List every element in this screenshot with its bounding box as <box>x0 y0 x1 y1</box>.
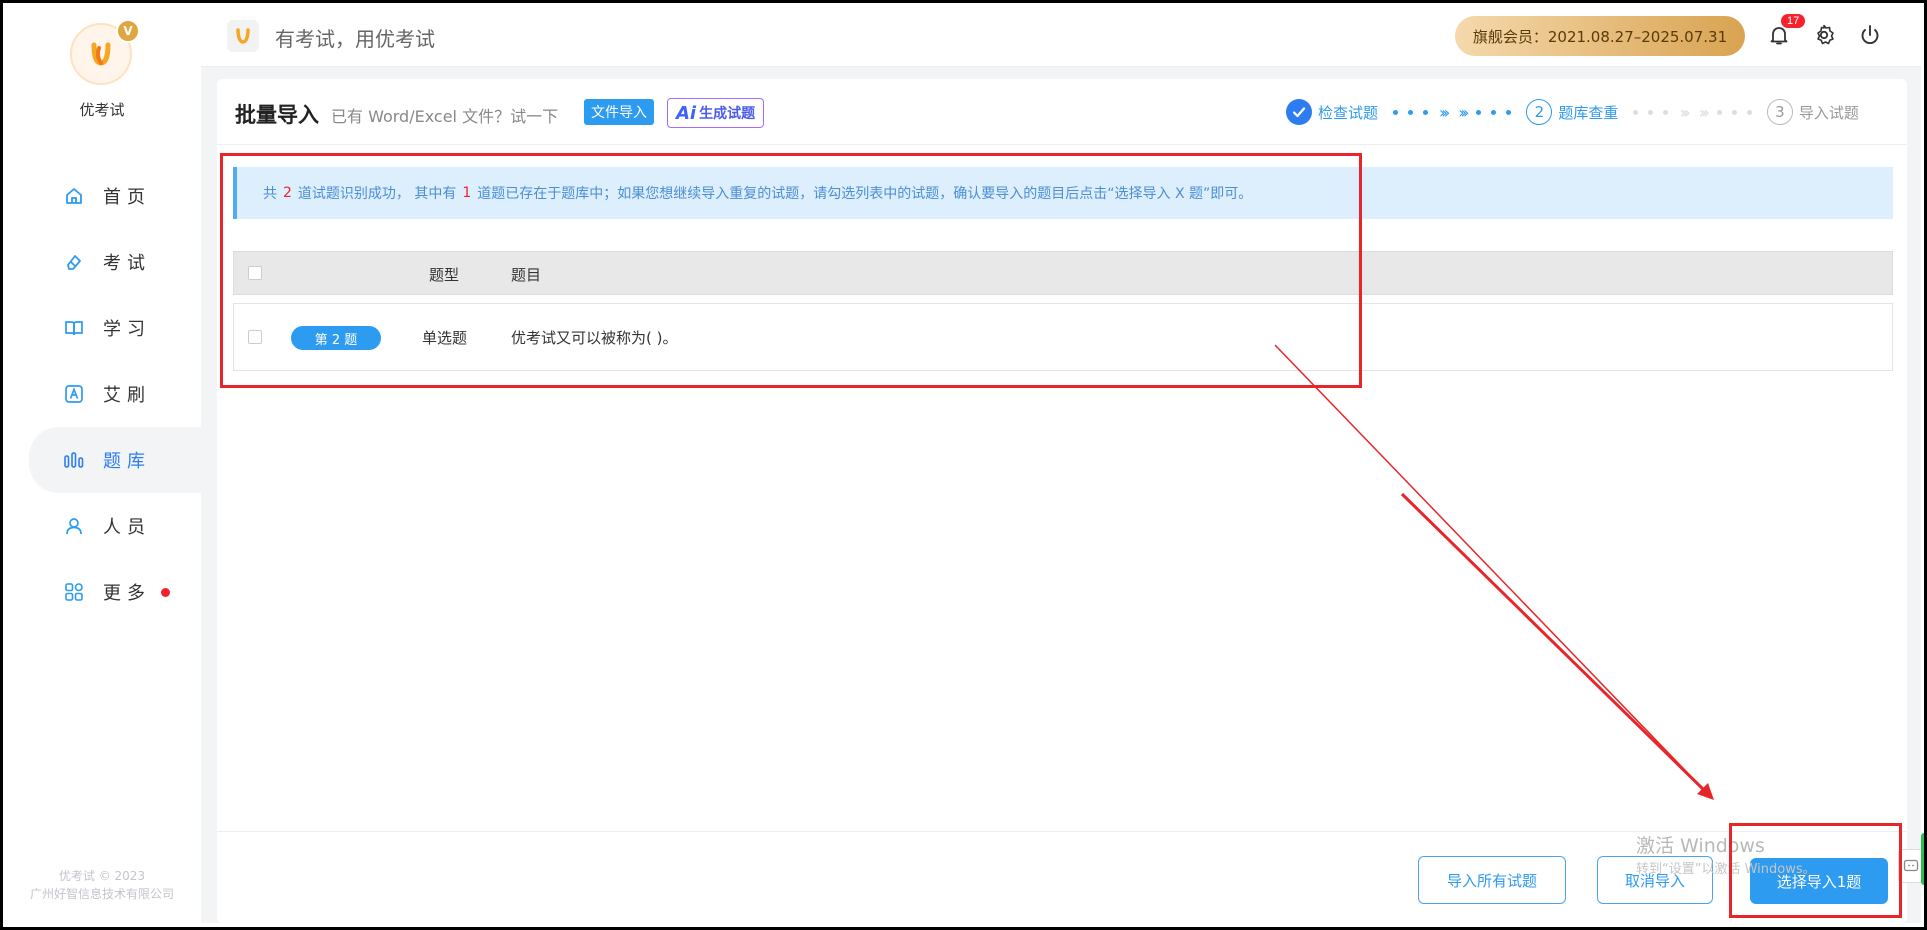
membership-badge[interactable]: 旗舰会员：2021.08.27–2025.07.31 <box>1455 16 1745 56</box>
sidebar-item-label: 学习 <box>103 319 151 340</box>
step-label-check: 检查试题 <box>1318 103 1379 122</box>
table-row[interactable]: 第 2 题 单选题 优考试又可以被称为( )。 <box>233 303 1893 371</box>
sidebar-footer: 优考试 © 2023 广州好智信息技术有限公司 <box>3 867 201 903</box>
sidebar-item-question-bank[interactable]: 题库 <box>29 427 201 493</box>
ai-generate-label: 生成试题 <box>699 106 756 122</box>
step-label-import: 导入试题 <box>1798 103 1859 122</box>
dedupe-info-banner: 共 2 道试题识别成功， 其中有 1 道题已存在于题库中；如果您想继续导入重复的… <box>233 167 1893 219</box>
sidebar-item-exam[interactable]: 考试 <box>3 229 201 295</box>
apps-icon <box>63 581 85 603</box>
double-chevron-icon: ››› <box>1679 102 1690 122</box>
batch-import-card: 批量导入 已有 Word/Excel 文件？试一下 文件导入 Ai 生成试题 检… <box>217 79 1907 923</box>
scrollbar-indicator[interactable] <box>1921 833 1927 885</box>
sidebar-item-label: 更多 <box>103 583 151 604</box>
step-label-dedupe: 题库查重 <box>1558 103 1619 122</box>
brand-logo[interactable]: V <box>70 19 140 85</box>
page-title: 批量导入 <box>235 103 319 127</box>
sidebar: V 优考试 首页 考试 学习 艾刷 题库 人员 更多 优考试 © 2023 广州… <box>3 3 201 923</box>
home-icon <box>63 185 85 207</box>
page-subtitle: 已有 Word/Excel 文件？试一下 <box>331 107 559 126</box>
row-checkbox[interactable] <box>248 330 262 344</box>
company-name: 广州好智信息技术有限公司 <box>29 887 174 901</box>
double-chevron-icon: ››› <box>1698 102 1710 122</box>
book-icon <box>63 317 85 339</box>
ai-generate-button[interactable]: Ai 生成试题 <box>667 98 765 128</box>
import-all-button[interactable]: 导入所有试题 <box>1418 856 1566 904</box>
column-header-question: 题目 <box>511 266 542 284</box>
info-total-count: 2 <box>283 185 292 201</box>
question-text: 优考试又可以被称为( )。 <box>511 329 678 347</box>
step-connector: ››› ››› <box>1388 103 1516 122</box>
copyright-text: 优考试 © 2023 <box>58 869 146 883</box>
sidebar-item-label: 人员 <box>103 517 151 538</box>
sidebar-item-more[interactable]: 更多 <box>3 559 201 625</box>
import-steps: 检查试题 ››› ››› 2 题库查重 ››› ››› 3 导入试题 <box>1286 97 1859 127</box>
brand-name: 优考试 <box>79 101 125 119</box>
info-text: 道题已存在于题库中；如果您想继续导入重复的试题，请勾选列表中的试题，确认要导入的… <box>477 186 1253 202</box>
sidebar-item-home[interactable]: 首页 <box>3 163 201 229</box>
step-done-check-icon <box>1286 99 1312 125</box>
sidebar-item-aishua[interactable]: 艾刷 <box>3 361 201 427</box>
sidebar-item-label: 首页 <box>103 187 151 208</box>
eraser-icon <box>63 251 85 273</box>
step-number-3: 3 <box>1766 99 1793 125</box>
double-chevron-icon: ››› <box>1458 102 1469 122</box>
info-text: 道试题识别成功， 其中有 <box>297 186 457 202</box>
app-slogan: 有考试，用优考试 <box>275 27 435 51</box>
sidebar-item-label: 考试 <box>103 253 151 274</box>
step-number-2: 2 <box>1526 99 1553 125</box>
notification-count-badge: 17 <box>1781 14 1806 28</box>
sidebar-item-label: 题库 <box>103 451 151 472</box>
vip-badge-icon: V <box>116 19 140 43</box>
header-logo-icon <box>227 20 259 52</box>
step-connector: ››› ››› <box>1628 103 1756 122</box>
user-icon <box>63 515 85 537</box>
ai-logo-icon: Ai <box>676 102 697 124</box>
info-text: 共 <box>263 186 277 202</box>
a-box-icon <box>63 383 85 405</box>
select-all-checkbox[interactable] <box>248 266 262 280</box>
sidebar-item-label: 艾刷 <box>103 385 151 406</box>
top-header: 有考试，用优考试 旗舰会员：2021.08.27–2025.07.31 17 <box>201 3 1921 67</box>
bars-icon <box>63 449 85 471</box>
windows-activation-watermark: 激活 Windows <box>1636 835 1765 857</box>
file-import-button[interactable]: 文件导入 <box>584 99 654 125</box>
question-type: 单选题 <box>422 329 468 347</box>
card-header: 批量导入 已有 Word/Excel 文件？试一下 文件导入 Ai 生成试题 检… <box>217 79 1907 145</box>
sidebar-item-learn[interactable]: 学习 <box>3 295 201 361</box>
table-header: 题型 题目 <box>233 251 1893 295</box>
double-chevron-icon: ››› <box>1439 102 1450 122</box>
question-number-tag: 第 2 题 <box>291 326 381 350</box>
new-indicator-dot <box>161 587 170 597</box>
windows-activation-hint: 转到“设置”以激活 Windows。 <box>1636 862 1816 877</box>
sidebar-nav: 首页 考试 学习 艾刷 题库 人员 更多 <box>3 163 201 625</box>
info-duplicate-count: 1 <box>462 185 472 201</box>
column-header-type: 题型 <box>429 266 460 284</box>
sidebar-item-people[interactable]: 人员 <box>3 493 201 559</box>
app-window: V 优考试 首页 考试 学习 艾刷 题库 人员 更多 优考试 © 2023 广州… <box>3 3 1927 923</box>
gear-icon[interactable] <box>1812 23 1838 49</box>
power-icon[interactable] <box>1858 23 1884 49</box>
